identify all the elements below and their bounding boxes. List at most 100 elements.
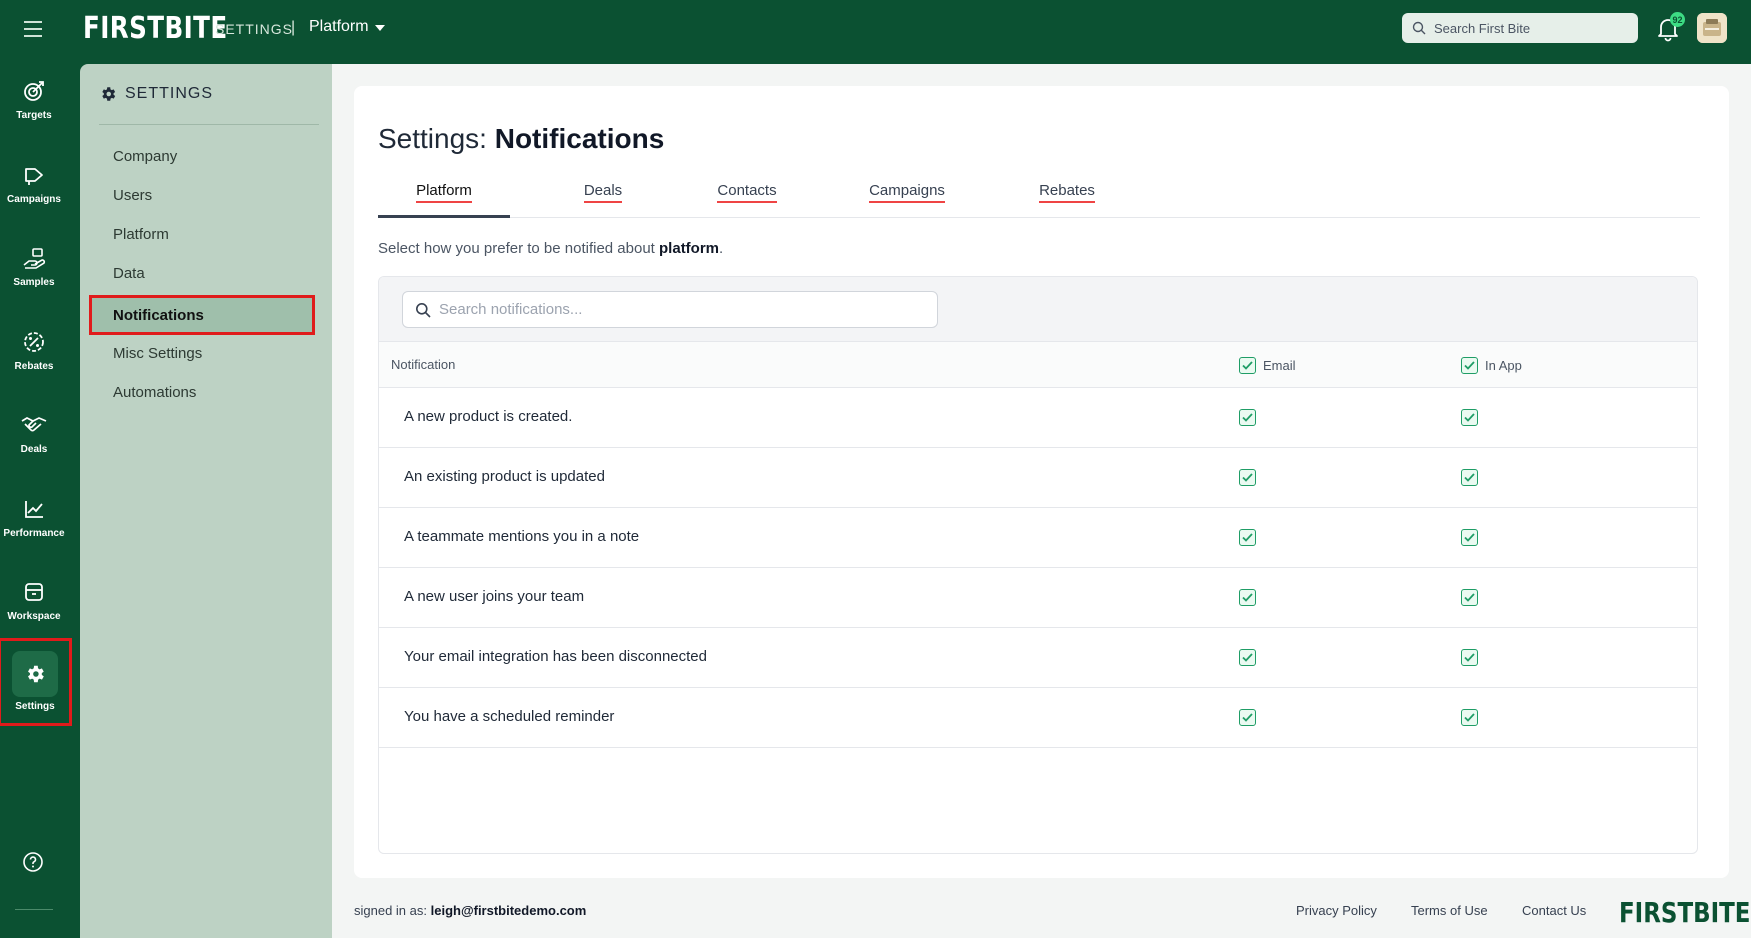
tab-label: Rebates (1039, 182, 1095, 203)
rail-divider (15, 909, 53, 910)
table-row: You have a scheduled reminder (379, 688, 1697, 748)
in-app-checkbox[interactable] (1461, 649, 1478, 666)
target-icon (21, 78, 47, 104)
intro-suffix: . (719, 240, 724, 257)
tab-contacts[interactable]: Contacts (698, 182, 796, 218)
tab-platform[interactable]: Platform (378, 182, 510, 218)
side-divider (99, 124, 319, 125)
email-checkbox[interactable] (1239, 649, 1256, 666)
check-icon (1464, 713, 1475, 722)
notification-count-badge: 92 (1670, 12, 1685, 27)
rail-item-performance[interactable]: Performance (0, 486, 68, 556)
check-icon (1242, 653, 1253, 662)
notification-text: Your email integration has been disconne… (404, 648, 707, 665)
notification-tabs: Platform Deals Contacts Campaigns Rebate… (378, 182, 1700, 218)
tab-label: Deals (583, 182, 623, 203)
side-item-platform[interactable]: Platform (92, 217, 312, 251)
icon-rail: Targets Campaigns Samples Rebates Deals … (0, 64, 72, 938)
settings-side-panel: SETTINGS Company Users Platform Data Not… (80, 64, 332, 938)
check-icon (1242, 473, 1253, 482)
in-app-checkbox[interactable] (1461, 469, 1478, 486)
settings-panel-title: SETTINGS (125, 85, 214, 102)
help-icon[interactable] (22, 851, 46, 875)
notifications-bell[interactable]: 92 (1656, 12, 1685, 43)
search-icon (1412, 21, 1426, 35)
rail-item-campaigns[interactable]: Campaigns (0, 152, 68, 222)
email-checkbox[interactable] (1239, 529, 1256, 546)
rail-item-label: Campaigns (7, 194, 61, 205)
tab-rebates[interactable]: Rebates (1018, 182, 1116, 218)
chevron-down-icon (374, 25, 385, 31)
gear-icon (12, 651, 58, 697)
rail-item-label: Rebates (14, 361, 54, 372)
signed-in-label: signed in as: (354, 903, 431, 918)
intro-prefix: Select how you prefer to be notified abo… (378, 240, 660, 257)
intro-bold: platform (659, 240, 720, 257)
notification-search-input[interactable] (439, 301, 919, 318)
rail-item-label: Targets (16, 110, 52, 121)
tab-deals[interactable]: Deals (554, 182, 652, 218)
intro-text: Select how you prefer to be notified abo… (378, 240, 723, 257)
archive-box-icon (21, 579, 47, 605)
email-checkbox[interactable] (1239, 589, 1256, 606)
in-app-checkbox[interactable] (1461, 529, 1478, 546)
rail-item-label: Performance (3, 528, 65, 539)
page-title: Settings: Notifications (378, 123, 664, 155)
settings-panel-header: SETTINGS (99, 85, 213, 103)
side-item-company[interactable]: Company (92, 139, 312, 173)
handshake-icon (21, 412, 47, 438)
tab-label: Contacts (717, 182, 777, 203)
rail-item-label: Deals (20, 444, 48, 455)
side-item-data[interactable]: Data (92, 256, 312, 290)
in-app-checkbox[interactable] (1461, 409, 1478, 426)
table-header: Notification Email In App (379, 341, 1697, 388)
platform-dropdown[interactable]: Platform (309, 18, 385, 36)
rail-item-deals[interactable]: Deals (0, 402, 68, 472)
check-icon (1242, 713, 1253, 722)
check-icon (1464, 653, 1475, 662)
in-app-select-all-checkbox[interactable] (1461, 357, 1478, 374)
side-item-misc-settings[interactable]: Misc Settings (92, 336, 312, 370)
email-checkbox[interactable] (1239, 409, 1256, 426)
email-checkbox[interactable] (1239, 469, 1256, 486)
rail-item-label: Samples (13, 277, 55, 288)
check-icon (1242, 593, 1253, 602)
settings-card: Settings: Notifications Platform Deals C… (354, 86, 1729, 878)
side-item-users[interactable]: Users (92, 178, 312, 212)
page-title-prefix: Settings: (378, 123, 495, 154)
rail-item-targets[interactable]: Targets (0, 68, 68, 138)
signed-in-email: leigh@firstbitedemo.com (430, 903, 587, 918)
global-search[interactable] (1402, 13, 1638, 43)
table-row: A new product is created. (379, 388, 1697, 448)
megaphone-icon (21, 162, 47, 188)
avatar-image-icon (1697, 13, 1727, 43)
rail-item-settings[interactable]: Settings (0, 638, 72, 726)
global-search-input[interactable] (1434, 20, 1634, 36)
privacy-policy-link[interactable]: Privacy Policy (1296, 903, 1377, 918)
tab-label: Platform (416, 182, 472, 203)
app-logo[interactable]: FIRSTBITE (83, 11, 228, 46)
hamburger-menu-icon[interactable] (22, 18, 46, 40)
rail-item-samples[interactable]: Samples (0, 235, 68, 305)
table-row: An existing product is updated (379, 448, 1697, 508)
footer-logo: FIRSTBITE (1619, 896, 1751, 929)
email-select-all-checkbox[interactable] (1239, 357, 1256, 374)
column-header-email: Email (1239, 357, 1296, 374)
in-app-checkbox[interactable] (1461, 589, 1478, 606)
terms-of-use-link[interactable]: Terms of Use (1411, 903, 1488, 918)
side-item-automations[interactable]: Automations (92, 375, 312, 409)
email-checkbox[interactable] (1239, 709, 1256, 726)
contact-us-link[interactable]: Contact Us (1522, 903, 1586, 918)
rail-item-workspace[interactable]: Workspace (0, 569, 68, 639)
notification-text: A new user joins your team (404, 588, 585, 605)
check-icon (1464, 533, 1475, 542)
in-app-checkbox[interactable] (1461, 709, 1478, 726)
side-item-notifications[interactable]: Notifications (89, 295, 315, 335)
notification-search[interactable] (402, 291, 938, 328)
tab-campaigns[interactable]: Campaigns (858, 182, 956, 218)
avatar[interactable] (1697, 13, 1727, 43)
chart-line-icon (21, 496, 47, 522)
check-icon (1464, 361, 1475, 370)
check-icon (1464, 473, 1475, 482)
rail-item-rebates[interactable]: Rebates (0, 319, 68, 389)
